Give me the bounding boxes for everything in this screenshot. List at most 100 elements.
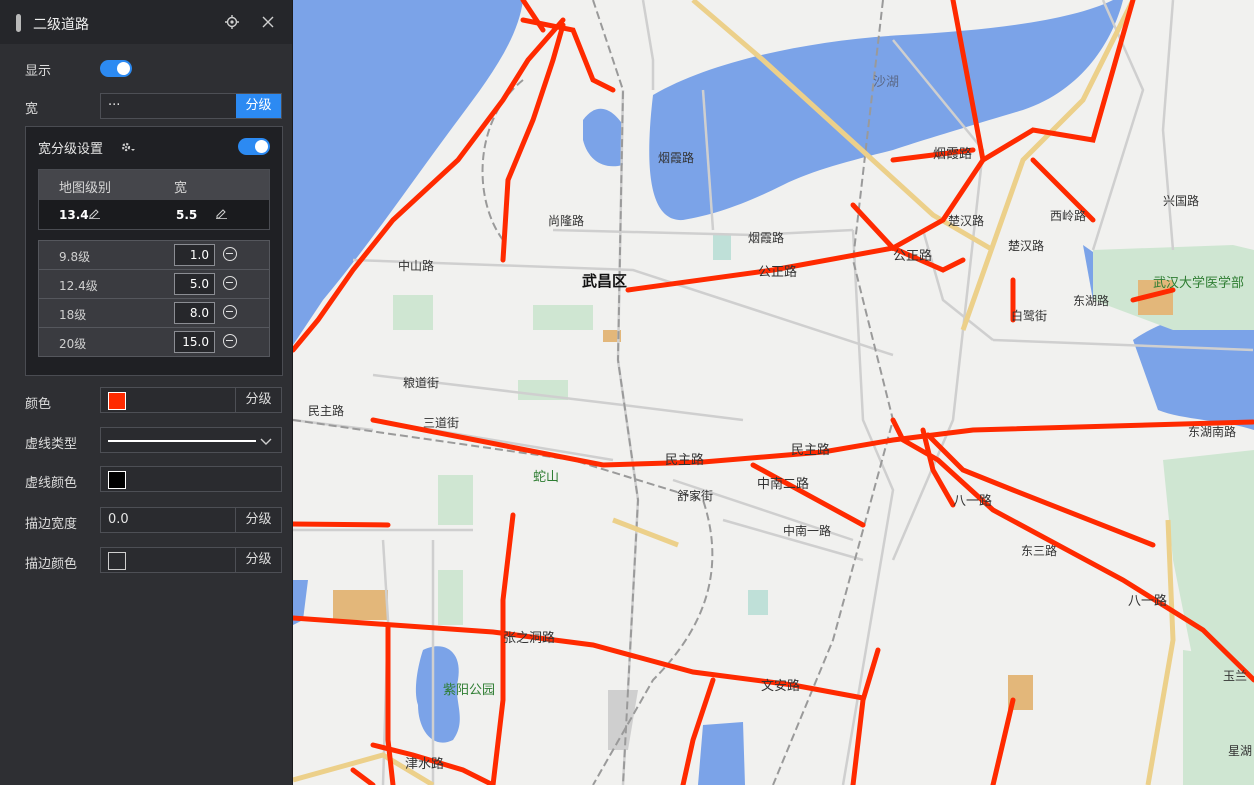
map-label: 楚汉路	[1008, 238, 1044, 253]
map-label: 东湖路	[1073, 293, 1109, 308]
map-label: 沙湖	[873, 74, 899, 89]
map-label: 民主路	[308, 403, 344, 418]
map-label: 尚隆路	[548, 213, 584, 228]
edit-width-icon[interactable]	[216, 208, 227, 222]
map-label: 玉兰	[1223, 669, 1247, 683]
grade-settings-title: 宽分级设置	[38, 142, 104, 157]
width-grade-settings: 宽分级设置 地图级别 宽 13.4 5.5 9.8级 1.0 12.4级 5.0…	[25, 126, 283, 376]
edit-level-icon[interactable]	[89, 208, 100, 222]
width-grade-button[interactable]: 分级	[236, 94, 281, 118]
level-value-input[interactable]: 5.0	[174, 273, 215, 295]
map-label: 东三路	[1021, 543, 1057, 558]
map-label: 紫阳公园	[443, 682, 495, 697]
close-icon[interactable]	[260, 14, 276, 30]
remove-level-icon[interactable]	[223, 276, 237, 290]
stroke-width-grade-button[interactable]: 分级	[235, 508, 281, 532]
map-label: 楚汉路	[948, 213, 984, 228]
map-label: 武汉大学医学部	[1153, 275, 1244, 290]
level-name: 18级	[59, 308, 87, 322]
level-name: 12.4级	[59, 279, 98, 293]
remove-level-icon[interactable]	[223, 247, 237, 261]
map-label: 东湖南路	[1188, 424, 1236, 439]
map-label: 民主路	[665, 452, 704, 467]
map-label: 烟霞路	[748, 230, 784, 245]
locate-icon[interactable]	[224, 14, 240, 30]
grade-table-header: 地图级别 宽	[39, 170, 269, 200]
map-label: 三道街	[423, 416, 459, 430]
style-panel: 二级道路 显示 宽 ··· 分级 宽分级设置 地图级别 宽 13.4 5.5 9…	[0, 0, 293, 785]
color-swatch[interactable]	[108, 392, 126, 410]
stroke-width-row: 描边宽度 0.0 分级	[0, 507, 293, 533]
color-grade-button[interactable]: 分级	[235, 388, 281, 412]
map-label: 中南一路	[783, 523, 831, 538]
drag-handle[interactable]	[16, 14, 21, 32]
river-water	[293, 0, 523, 345]
green-block	[438, 570, 463, 625]
map-label: 八一路	[1128, 593, 1167, 608]
width-field[interactable]: ··· 分级	[100, 93, 282, 119]
panel-title: 二级道路	[33, 17, 89, 33]
remove-level-icon[interactable]	[223, 334, 237, 348]
level-list: 9.8级 1.0 12.4级 5.0 18级 8.0 20级 15.0	[38, 240, 270, 357]
map-label: 文安路	[761, 678, 800, 693]
level-row: 9.8级 1.0	[39, 241, 269, 270]
color-field[interactable]: 分级	[100, 387, 282, 413]
stroke-width-label: 描边宽度	[25, 517, 78, 532]
green-block	[533, 305, 593, 330]
dash-color-field[interactable]	[100, 466, 282, 492]
grade-table-row: 13.4 5.5	[39, 200, 269, 229]
level-row: 18级 8.0	[39, 299, 269, 328]
solid-line-preview	[108, 440, 256, 442]
map-label: 烟霞路	[933, 146, 972, 161]
current-level: 13.4	[59, 208, 89, 222]
chevron-down-icon	[260, 435, 272, 450]
show-label: 显示	[25, 64, 52, 79]
stroke-width-value: 0.0	[108, 512, 129, 527]
level-value-input[interactable]: 15.0	[174, 331, 215, 353]
map-view[interactable]: 武昌区 沙湖 武汉大学医学部 蛇山 紫阳公园 烟霞路 公正路 公正路 民主路 民…	[293, 0, 1254, 785]
color-row: 颜色 分级	[0, 387, 293, 413]
level-value-input[interactable]: 1.0	[174, 244, 215, 266]
remove-level-icon[interactable]	[223, 305, 237, 319]
map-label: 武昌区	[582, 272, 627, 290]
map-label: 星湖	[1228, 743, 1252, 758]
color-label: 颜色	[25, 397, 52, 412]
level-name: 20级	[59, 337, 87, 351]
green-block	[713, 235, 731, 260]
grade-toggle[interactable]	[238, 138, 270, 155]
dash-color-row: 虚线颜色	[0, 466, 293, 492]
stroke-color-grade-button[interactable]: 分级	[235, 548, 281, 572]
building-block	[333, 590, 388, 620]
dash-type-select[interactable]	[100, 427, 282, 453]
grade-table: 地图级别 宽 13.4 5.5	[38, 169, 270, 230]
map-canvas[interactable]: 武昌区 沙湖 武汉大学医学部 蛇山 紫阳公园 烟霞路 公正路 公正路 民主路 民…	[293, 0, 1254, 785]
lake-south	[698, 722, 745, 785]
map-label: 烟霞路	[658, 150, 694, 165]
park-east	[1163, 450, 1254, 680]
map-label: 粮道街	[403, 375, 439, 390]
station-block	[608, 690, 638, 750]
stroke-width-field[interactable]: 0.0 分级	[100, 507, 282, 533]
width-row: 宽 ··· 分级	[0, 93, 293, 119]
dash-color-label: 虚线颜色	[25, 476, 78, 491]
col-width: 宽	[174, 181, 188, 196]
map-label: 公正路	[758, 264, 797, 279]
level-value-input[interactable]: 8.0	[174, 302, 215, 324]
stroke-color-label: 描边颜色	[25, 557, 78, 572]
level-row: 20级 15.0	[39, 328, 269, 357]
level-row: 12.4级 5.0	[39, 270, 269, 299]
green-block	[438, 475, 473, 525]
map-label: 八一路	[953, 493, 992, 508]
dash-color-swatch[interactable]	[108, 471, 126, 489]
map-label: 中山路	[398, 258, 434, 273]
map-label: 津水路	[405, 756, 444, 771]
map-label: 蛇山	[533, 469, 559, 484]
map-label: 兴国路	[1163, 193, 1199, 208]
level-name: 9.8级	[59, 250, 91, 264]
map-label: 中南二路	[757, 476, 809, 491]
show-toggle[interactable]	[100, 60, 132, 77]
green-block	[748, 590, 768, 615]
stroke-color-swatch[interactable]	[108, 552, 126, 570]
settings-gear-icon[interactable]	[120, 140, 136, 158]
stroke-color-field[interactable]: 分级	[100, 547, 282, 573]
